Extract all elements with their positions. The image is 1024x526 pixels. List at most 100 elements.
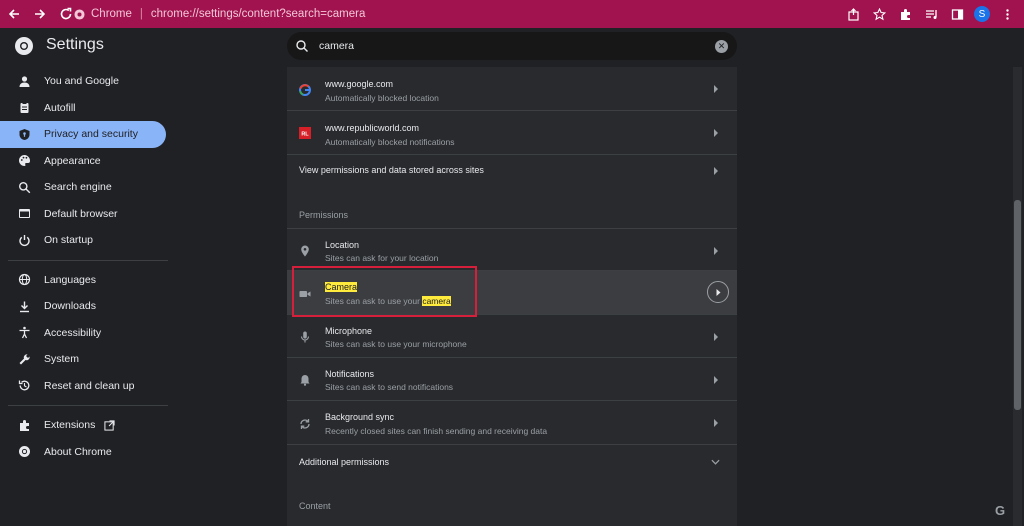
sidebar-item-system[interactable]: System — [0, 346, 180, 373]
url-text: chrome://settings/content?search=camera — [150, 8, 366, 20]
sidebar-item-label: Appearance — [44, 154, 101, 167]
additional-permissions-label: Additional permissions — [299, 457, 390, 467]
permission-row-notifications[interactable]: Notifications Sites can ask to send noti… — [287, 358, 737, 401]
google-favicon-icon — [298, 83, 312, 97]
share-icon — [847, 7, 859, 21]
sidebar-item-languages[interactable]: Languages — [0, 267, 180, 294]
permission-subtitle: Sites can ask to send notifications — [325, 382, 454, 392]
sidebar-item-you-and-google[interactable]: You and Google — [0, 68, 180, 95]
sidebar-item-label: Accessibility — [44, 326, 102, 339]
sidebar-item-label: You and Google — [44, 75, 119, 88]
camera-open-button[interactable] — [707, 281, 729, 303]
permission-title: Notifications — [325, 369, 375, 379]
sidebar-item-on-startup[interactable]: On startup — [0, 227, 180, 254]
sidebar-item-label: About Chrome — [44, 445, 112, 458]
puzzle-icon — [900, 8, 910, 20]
back-arrow-icon — [8, 9, 19, 19]
star-icon — [872, 7, 886, 20]
search-input[interactable]: camera — [319, 40, 715, 52]
additional-permissions-row[interactable]: Additional permissions — [287, 445, 737, 477]
sidebar-item-extensions[interactable]: Extensions — [0, 412, 180, 439]
chevron-right-icon — [712, 128, 720, 138]
site-row-google[interactable]: www.google.com Automatically blocked loc… — [287, 67, 737, 111]
clear-search-button[interactable]: ✕ — [715, 39, 728, 53]
settings-search[interactable]: camera ✕ — [287, 32, 737, 60]
toolbar-actions: S — [844, 3, 1016, 25]
permission-subtitle: Sites can ask for your location — [325, 253, 439, 263]
extensions-button[interactable] — [896, 5, 914, 23]
sidebar-item-label: Downloads — [44, 300, 96, 313]
chevron-right-icon — [712, 166, 720, 176]
back-button[interactable] — [2, 2, 26, 26]
sidebar-item-default-browser[interactable]: Default browser — [0, 201, 180, 228]
address-bar[interactable]: Chrome | chrome://settings/content?searc… — [74, 3, 916, 25]
reload-icon — [60, 7, 72, 20]
svg-text:RL: RL — [301, 132, 309, 138]
permission-row-microphone[interactable]: Microphone Sites can ask to use your mic… — [287, 315, 737, 358]
reset-icon — [17, 379, 31, 393]
globe-icon — [17, 273, 31, 287]
sidebar-item-autofill[interactable]: Autofill — [0, 95, 180, 122]
profile-avatar[interactable]: S — [974, 6, 990, 22]
chevron-right-icon — [712, 375, 720, 385]
browser-toolbar: Chrome | chrome://settings/content?searc… — [0, 0, 1024, 28]
media-button[interactable] — [922, 5, 940, 23]
settings-sidebar: You and Google Autofill Privacy and secu… — [0, 68, 180, 465]
site-subtitle: Automatically blocked notifications — [325, 137, 455, 147]
search-icon — [17, 180, 31, 194]
menu-button[interactable] — [998, 5, 1016, 23]
sidebar-item-downloads[interactable]: Downloads — [0, 293, 180, 320]
download-icon — [17, 299, 31, 313]
chevron-right-icon — [712, 418, 720, 428]
site-row-republicworld[interactable]: RL www.republicworld.com Automatically b… — [287, 111, 737, 155]
browser-icon — [17, 207, 31, 221]
site-label: Chrome — [91, 8, 132, 20]
wrench-icon — [17, 352, 31, 366]
permission-row-background-sync[interactable]: Background sync Recently closed sites ca… — [287, 401, 737, 445]
clipboard-icon — [17, 101, 31, 115]
scrollbar-thumb[interactable] — [1014, 200, 1021, 410]
microphone-icon — [298, 330, 312, 344]
page-title: Settings — [46, 36, 104, 53]
content-heading: Content — [299, 501, 331, 511]
sidebar-item-label: Autofill — [44, 101, 76, 114]
sidebar-item-appearance[interactable]: Appearance — [0, 148, 180, 175]
share-button[interactable] — [844, 5, 862, 23]
forward-arrow-icon — [35, 9, 46, 19]
playlist-icon — [925, 9, 937, 19]
permission-subtitle: Sites can ask to use your microphone — [325, 339, 467, 349]
permission-title: Location — [325, 240, 360, 250]
sidebar-item-label: On startup — [44, 234, 94, 247]
location-icon — [298, 244, 312, 258]
sidebar-item-label: Languages — [44, 273, 96, 286]
permission-row-location[interactable]: Location Sites can ask for your location — [287, 228, 737, 271]
view-permissions-row[interactable]: View permissions and data stored across … — [287, 155, 737, 186]
forward-button[interactable] — [28, 2, 52, 26]
chevron-right-icon — [712, 84, 720, 94]
watermark-logo: G — [995, 503, 1006, 518]
chevron-right-icon — [716, 288, 720, 296]
settings-header: Settings camera ✕ — [0, 28, 1024, 64]
puzzle-icon — [17, 418, 31, 432]
site-chip: Chrome — [74, 8, 132, 20]
sync-icon — [298, 417, 312, 431]
site-subtitle: Automatically blocked location — [325, 93, 439, 103]
open-in-new-icon — [104, 420, 115, 431]
sidebar-item-search-engine[interactable]: Search engine — [0, 174, 180, 201]
sidebar-item-reset-and-clean-up[interactable]: Reset and clean up — [0, 373, 180, 400]
sidebar-item-privacy-and-security[interactable]: Privacy and security — [0, 121, 166, 148]
republicworld-favicon-icon: RL — [298, 126, 312, 140]
side-panel-button[interactable] — [948, 5, 966, 23]
sidebar-item-label: Reset and clean up — [44, 379, 135, 392]
sidebar-item-about-chrome[interactable]: About Chrome — [0, 439, 180, 466]
side-panel-icon — [951, 8, 963, 20]
power-icon — [17, 233, 31, 247]
search-icon — [296, 40, 308, 52]
sidebar-item-accessibility[interactable]: Accessibility — [0, 320, 180, 347]
chevron-down-icon — [710, 457, 720, 467]
permission-title: Background sync — [325, 412, 395, 422]
close-icon: ✕ — [717, 40, 726, 51]
person-icon — [17, 74, 31, 88]
sidebar-item-label: Privacy and security — [44, 128, 138, 141]
bookmark-button[interactable] — [870, 5, 888, 23]
